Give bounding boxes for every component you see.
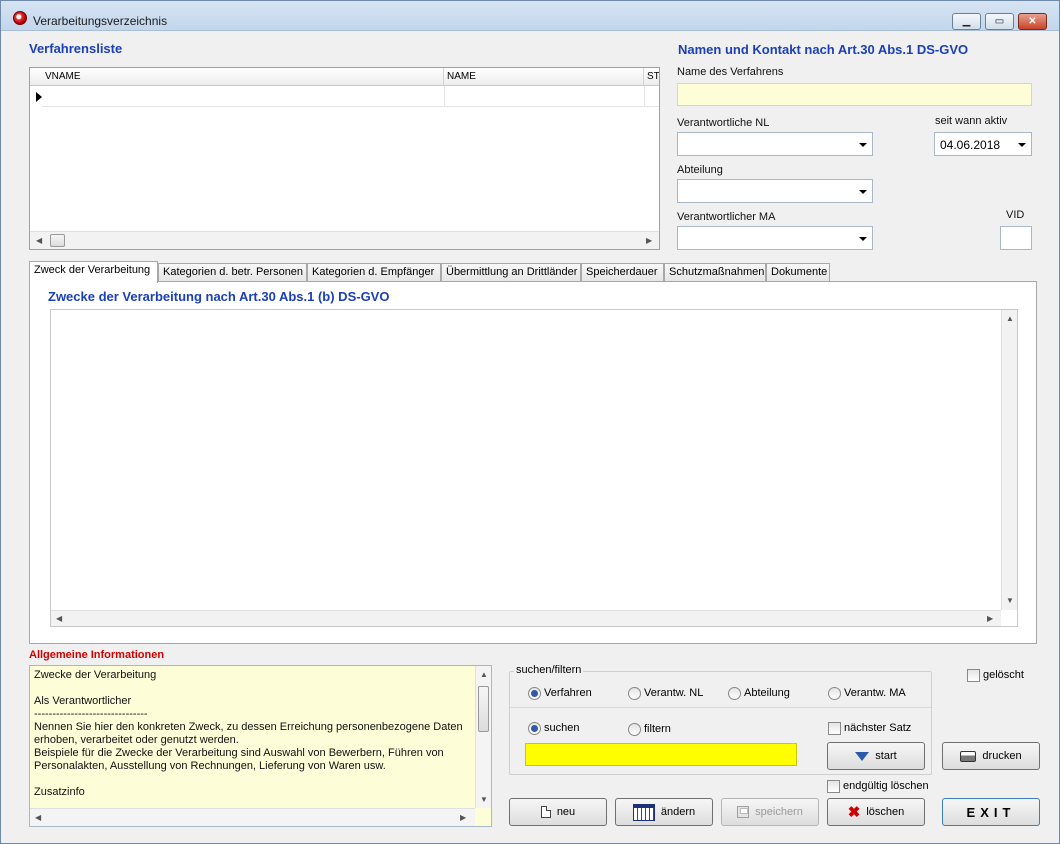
tab-third-country-transfer[interactable]: Übermittlung an Drittländer [441, 263, 581, 282]
department-label: Abteilung [677, 164, 723, 176]
scroll-down-icon[interactable]: ▼ [1006, 596, 1014, 605]
column-header-st[interactable]: ST [644, 68, 659, 86]
procedure-name-input[interactable] [677, 83, 1032, 106]
chevron-down-icon [1018, 143, 1026, 147]
window-title: Verarbeitungsverzeichnis [33, 14, 168, 28]
save-button[interactable]: speichern [721, 798, 819, 826]
radio-search-mode[interactable]: suchen [528, 721, 579, 735]
general-info-text: Zwecke der Verarbeitung Als Verantwortli… [34, 669, 463, 798]
tab-purpose[interactable]: Zweck der Verarbeitung [29, 261, 158, 283]
main-window: Verarbeitungsverzeichnis ▁ ▭ ✕ Verfahren… [0, 0, 1060, 844]
scroll-right-icon[interactable]: ▶ [987, 614, 993, 623]
deleted-checkbox[interactable]: gelöscht [967, 668, 1024, 682]
purpose-text-area[interactable]: ▲ ▼ ◀ ▶ [50, 309, 1018, 627]
scroll-left-icon[interactable]: ◀ [35, 813, 41, 822]
scroll-up-icon[interactable]: ▲ [480, 670, 488, 679]
filter-icon [855, 751, 870, 761]
chevron-down-icon [859, 190, 867, 194]
scroll-left-icon[interactable]: ◀ [56, 614, 62, 623]
start-button[interactable]: start [827, 742, 925, 770]
delete-x-icon: ✖ [847, 804, 861, 821]
scroll-up-icon[interactable]: ▲ [1006, 314, 1014, 323]
edit-button[interactable]: ändern [615, 798, 713, 826]
minimize-button[interactable]: ▁ [952, 13, 981, 30]
tab-documents[interactable]: Dokumente [766, 263, 830, 282]
purpose-horizontal-scrollbar[interactable]: ◀ ▶ [51, 610, 1001, 626]
radio-procedure[interactable]: Verfahren [528, 686, 592, 700]
radio-responsible-ma[interactable]: Verantw. MA [828, 686, 906, 700]
column-header-name[interactable]: NAME [444, 68, 644, 86]
cell-divider [444, 86, 445, 106]
grid-horizontal-scrollbar[interactable]: ◀ ▶ [30, 231, 659, 249]
grid-header: VNAME NAME ST [30, 68, 659, 86]
contact-heading: Namen und Kontakt nach Art.30 Abs.1 DS-G… [678, 42, 969, 57]
delete-final-checkbox[interactable]: endgültig löschen [827, 779, 929, 793]
tab-person-categories[interactable]: Kategorien d. betr. Personen [158, 263, 307, 282]
general-info-text-area[interactable]: Zwecke der Verarbeitung Als Verantwortli… [29, 665, 492, 827]
scroll-right-icon[interactable]: ▶ [460, 813, 466, 822]
search-filter-label: suchen/filtern [514, 664, 584, 676]
radio-filter-mode[interactable]: filtern [628, 722, 671, 736]
department-select[interactable] [677, 179, 873, 203]
save-label: speichern [755, 806, 803, 818]
chevron-down-icon [859, 143, 867, 147]
active-since-date-picker[interactable]: 04.06.2018 [934, 132, 1032, 156]
tab-recipient-categories[interactable]: Kategorien d. Empfänger [307, 263, 441, 282]
new-label: neu [556, 806, 576, 818]
scroll-thumb[interactable] [50, 234, 65, 247]
app-icon [13, 11, 27, 25]
info-vertical-scrollbar[interactable]: ▲ ▼ [475, 666, 491, 808]
edit-label: ändern [660, 806, 696, 818]
new-button[interactable]: neu [509, 798, 607, 826]
scroll-right-icon[interactable]: ▶ [646, 236, 652, 245]
radio-department[interactable]: Abteilung [728, 686, 790, 700]
tab-storage-duration[interactable]: Speicherdauer [581, 263, 664, 282]
purpose-heading: Zwecke der Verarbeitung nach Art.30 Abs.… [48, 289, 390, 304]
title-bar: Verarbeitungsverzeichnis ▁ ▭ ✕ [1, 1, 1059, 31]
search-input[interactable] [525, 743, 797, 766]
radio-responsible-nl[interactable]: Verantw. NL [628, 686, 703, 700]
responsible-ma-label: Verantwortlicher MA [677, 211, 776, 223]
scroll-thumb[interactable] [478, 686, 489, 732]
tab-panel-purpose: Zwecke der Verarbeitung nach Art.30 Abs.… [29, 281, 1037, 644]
responsible-ma-select[interactable] [677, 226, 873, 250]
table-row[interactable] [42, 86, 659, 107]
exit-button[interactable]: EXIT [942, 798, 1040, 826]
chevron-down-icon [859, 237, 867, 241]
active-since-label: seit wann aktiv [935, 115, 1008, 127]
close-button[interactable]: ✕ [1018, 13, 1047, 30]
vid-input[interactable] [1000, 226, 1032, 250]
active-since-value: 04.06.2018 [940, 138, 1001, 152]
delete-button[interactable]: ✖ löschen [827, 798, 925, 826]
start-label: start [875, 750, 897, 762]
list-heading: Verfahrensliste [29, 41, 123, 56]
procedure-grid[interactable]: VNAME NAME ST ◀ ▶ [29, 67, 660, 250]
column-header-vname[interactable]: VNAME [42, 68, 444, 86]
procedure-name-label: Name des Verfahrens [677, 66, 784, 78]
print-button[interactable]: drucken [942, 742, 1040, 770]
floppy-disk-icon [737, 806, 750, 818]
general-info-heading: Allgemeine Informationen [29, 649, 165, 661]
info-horizontal-scrollbar[interactable]: ◀ ▶ [30, 808, 475, 826]
maximize-button[interactable]: ▭ [985, 13, 1014, 30]
vid-label: VID [1006, 209, 1025, 221]
next-record-checkbox[interactable]: nächster Satz [828, 721, 911, 735]
delete-label: löschen [866, 806, 905, 818]
scroll-left-icon[interactable]: ◀ [36, 236, 42, 245]
printer-icon [960, 750, 977, 762]
purpose-vertical-scrollbar[interactable]: ▲ ▼ [1001, 310, 1017, 610]
print-label: drucken [982, 750, 1022, 762]
calendar-edit-icon [632, 803, 655, 821]
cell-divider [644, 86, 645, 106]
group-divider [510, 707, 931, 708]
scroll-down-icon[interactable]: ▼ [480, 795, 488, 804]
responsible-nl-select[interactable] [677, 132, 873, 156]
tab-protection-measures[interactable]: Schutzmaßnahmen [664, 263, 766, 282]
new-document-icon [540, 806, 551, 818]
responsible-nl-label: Verantwortliche NL [677, 117, 770, 129]
